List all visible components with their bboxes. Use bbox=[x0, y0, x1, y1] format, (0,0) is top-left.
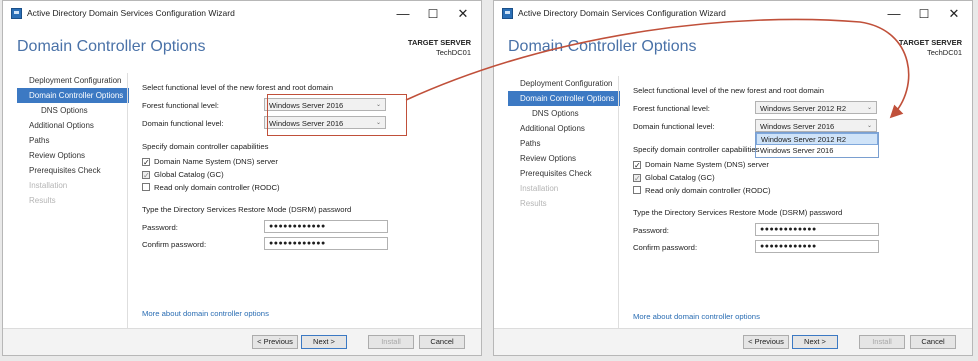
annotation-arrow bbox=[405, 18, 910, 119]
